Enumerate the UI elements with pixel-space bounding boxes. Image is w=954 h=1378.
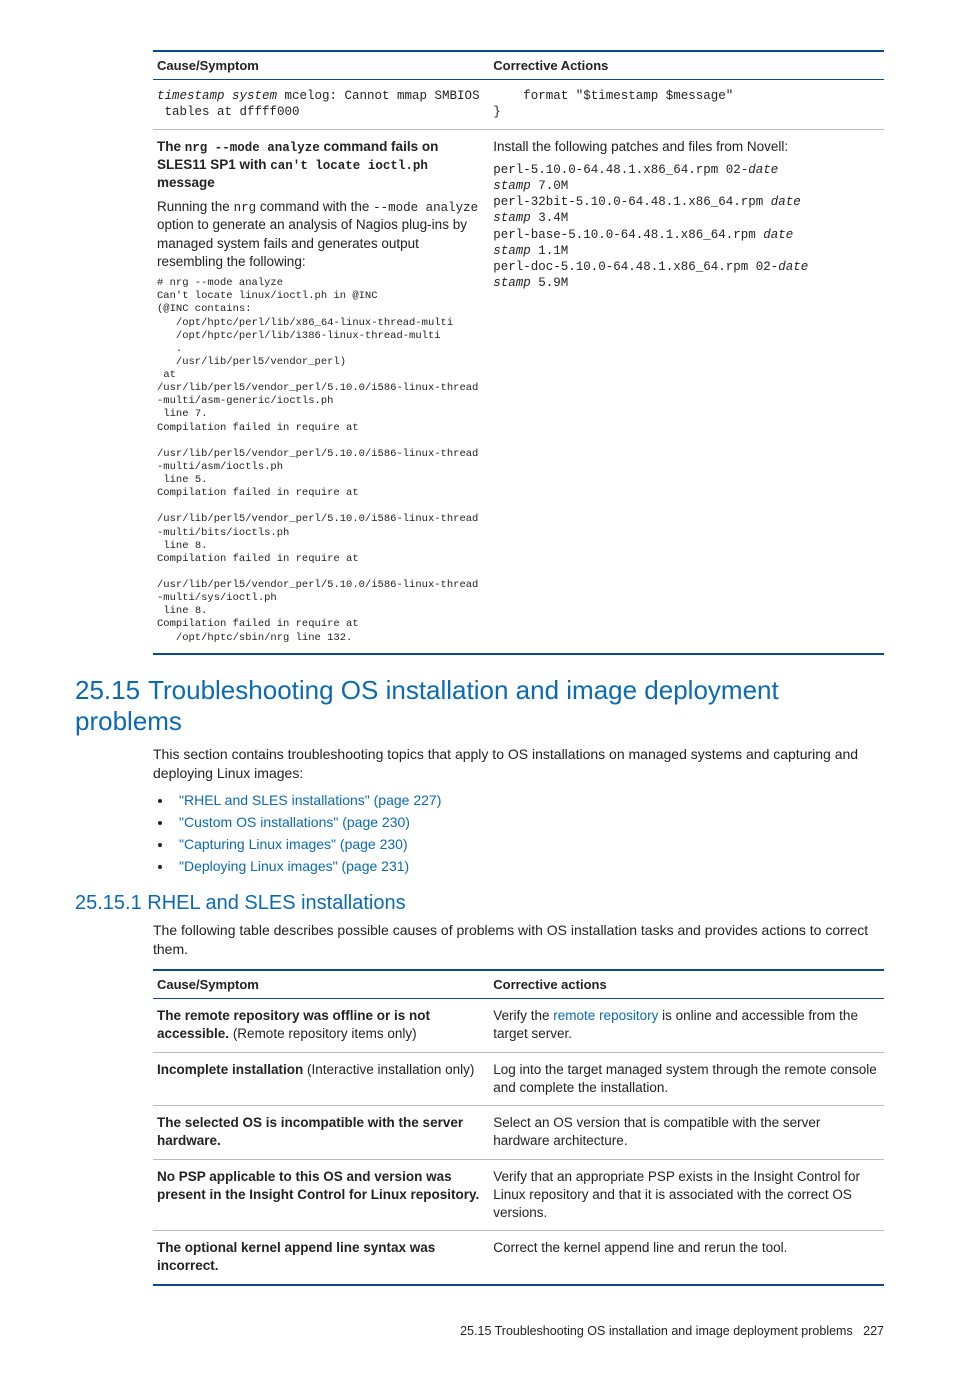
troubleshoot-table-top: Cause/Symptom Corrective Actions timesta… (153, 50, 884, 655)
action-code: format "$timestamp $message" } (493, 88, 878, 121)
symptom-code-block: # nrg --mode analyze Can't locate linux/… (157, 277, 483, 645)
page-footer: 25.15 Troubleshooting OS installation an… (75, 1324, 884, 1338)
action-code-block: perl-5.10.0-64.48.1.x86_64.rpm 02-date s… (493, 162, 878, 292)
col-cause: Cause/Symptom (153, 51, 489, 80)
list-item: "RHEL and SLES installations" (page 227) (173, 792, 884, 808)
subsection-intro: The following table describes possible c… (153, 921, 884, 959)
xref-link[interactable]: "RHEL and SLES installations" (page 227) (179, 792, 441, 808)
table-row: The nrg --mode analyze command fails on … (153, 129, 884, 654)
troubleshoot-table-rhel: Cause/Symptom Corrective actions The rem… (153, 969, 884, 1285)
symptom-desc: Running the nrg command with the --mode … (157, 198, 483, 271)
table-row: The optional kernel append line syntax w… (153, 1231, 884, 1285)
symptom-title: The nrg --mode analyze command fails on … (157, 138, 483, 193)
list-item: "Capturing Linux images" (page 230) (173, 836, 884, 852)
col-actions: Corrective actions (489, 970, 884, 999)
table-row: The remote repository was offline or is … (153, 999, 884, 1052)
action-intro: Install the following patches and files … (493, 138, 878, 156)
table-row: Incomplete installation (Interactive ins… (153, 1052, 884, 1105)
table-row: The selected OS is incompatible with the… (153, 1106, 884, 1159)
col-actions: Corrective Actions (489, 51, 884, 80)
table-row: timestamp system mcelog: Cannot mmap SMB… (153, 80, 884, 130)
subsection-heading: 25.15.1 RHEL and SLES installations (75, 892, 884, 915)
xref-link[interactable]: "Deploying Linux images" (page 231) (179, 858, 409, 874)
section-heading: 25.15Troubleshooting OS installation and… (75, 675, 884, 737)
symptom-code: timestamp system mcelog: Cannot mmap SMB… (157, 88, 483, 121)
section-intro: This section contains troubleshooting to… (153, 745, 884, 783)
xref-link[interactable]: "Custom OS installations" (page 230) (179, 814, 410, 830)
remote-repo-link[interactable]: remote repository (553, 1008, 658, 1023)
table-row: No PSP applicable to this OS and version… (153, 1159, 884, 1231)
col-cause: Cause/Symptom (153, 970, 489, 999)
section-links: "RHEL and SLES installations" (page 227)… (173, 792, 884, 874)
xref-link[interactable]: "Capturing Linux images" (page 230) (179, 836, 408, 852)
list-item: "Deploying Linux images" (page 231) (173, 858, 884, 874)
list-item: "Custom OS installations" (page 230) (173, 814, 884, 830)
